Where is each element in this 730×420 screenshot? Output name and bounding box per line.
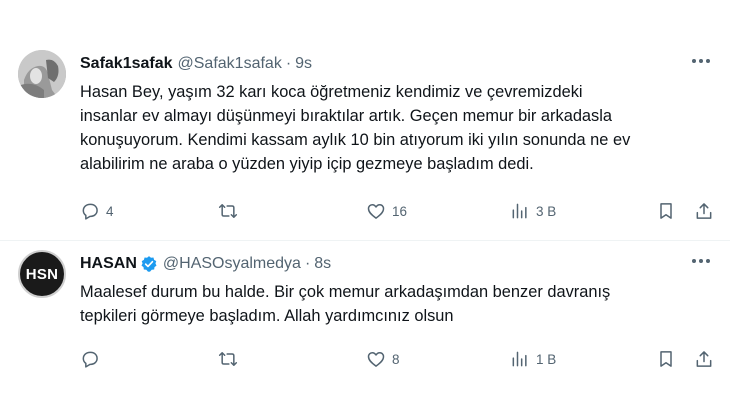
like-count: 8: [392, 351, 400, 367]
bookmark-icon: [660, 351, 672, 367]
views-count: 1 B: [536, 351, 557, 367]
retweet-icon: [218, 352, 238, 366]
like-icon: [367, 204, 385, 219]
views-icon: [512, 203, 527, 219]
share-icon: [696, 203, 712, 219]
like-button[interactable]: 16: [366, 200, 407, 222]
tweet[interactable]: HSN HASAN @HASOsyalmedya · 8s Maalesef d…: [0, 240, 730, 380]
tweet[interactable]: Safak1safak @Safak1safak · 9s Hasan Bey,…: [0, 40, 730, 240]
share-icon: [696, 351, 712, 367]
reply-icon: [82, 351, 98, 368]
retweet-icon: [218, 204, 238, 218]
views-button[interactable]: 1 B: [510, 348, 556, 370]
tweet-thread: Safak1safak @Safak1safak · 9s Hasan Bey,…: [0, 0, 730, 420]
author-handle[interactable]: @HASOsyalmedya: [163, 255, 301, 273]
avatar-logo-text: HSN: [25, 265, 59, 283]
reply-button[interactable]: [80, 348, 106, 370]
author-handle[interactable]: @Safak1safak: [178, 55, 282, 73]
bookmark-button[interactable]: [656, 348, 676, 370]
tweet-header: Safak1safak @Safak1safak · 9s: [80, 53, 690, 75]
separator-dot: ·: [304, 255, 311, 272]
action-bar: 8 1 B: [80, 348, 720, 370]
reply-count: 4: [106, 203, 114, 219]
timestamp[interactable]: 9s: [295, 55, 312, 73]
tweet-text: Hasan Bey, yaşım 32 karı koca öğretmeniz…: [80, 83, 631, 173]
like-button[interactable]: 8: [366, 348, 400, 370]
like-icon: [367, 352, 385, 367]
like-count: 16: [392, 203, 408, 219]
views-icon: [512, 351, 527, 367]
reply-button[interactable]: 4: [80, 200, 114, 222]
more-icon[interactable]: [692, 58, 710, 64]
more-icon[interactable]: [692, 258, 710, 264]
reply-icon: [82, 203, 98, 220]
share-button[interactable]: [694, 200, 714, 222]
retweet-button[interactable]: [218, 200, 244, 222]
share-button[interactable]: [694, 348, 714, 370]
separator-dot: ·: [285, 55, 292, 72]
tweet-header: HASAN @HASOsyalmedya · 8s: [80, 253, 690, 275]
tweet-text: Maalesef durum bu halde. Bir çok memur a…: [80, 283, 611, 325]
verified-icon: [140, 255, 158, 273]
bookmark-icon: [660, 203, 672, 219]
timestamp[interactable]: 8s: [314, 255, 331, 273]
action-bar: 4 16 3 B: [80, 200, 720, 222]
retweet-button[interactable]: [218, 348, 244, 370]
author-name[interactable]: HASAN: [80, 255, 137, 273]
avatar[interactable]: [18, 50, 66, 98]
views-count: 3 B: [536, 203, 557, 219]
views-button[interactable]: 3 B: [510, 200, 556, 222]
avatar-photo: [18, 50, 66, 98]
bookmark-button[interactable]: [656, 200, 676, 222]
author-name[interactable]: Safak1safak: [80, 55, 173, 73]
avatar[interactable]: HSN: [18, 250, 66, 298]
